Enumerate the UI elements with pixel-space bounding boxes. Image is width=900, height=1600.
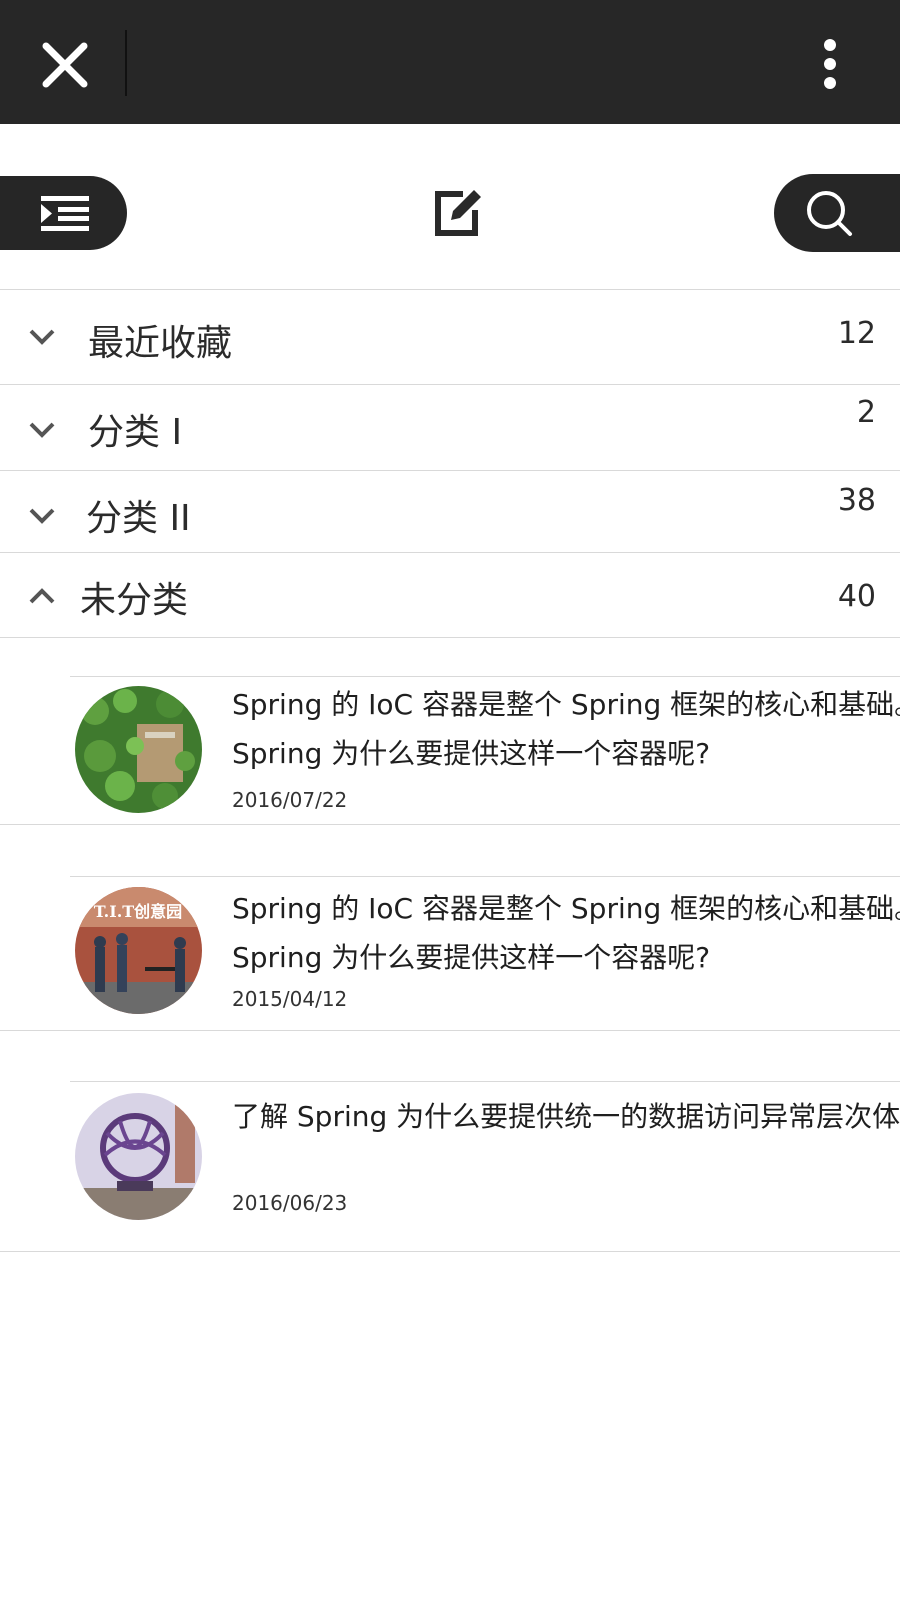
category-label: 最近收藏 bbox=[88, 323, 233, 364]
category-count: 12 bbox=[837, 316, 876, 351]
chevron-down-icon bbox=[29, 508, 55, 524]
divider bbox=[70, 876, 900, 877]
article-thumbnail[interactable] bbox=[75, 1093, 202, 1220]
divider bbox=[70, 1081, 900, 1082]
image-caption: T.I.T创意园 bbox=[94, 902, 182, 921]
divider bbox=[70, 676, 900, 677]
article-title-line[interactable]: Spring 的 IoC 容器是整个 Spring 框架的核心和基础。 bbox=[232, 884, 900, 933]
category-label: 未分类 bbox=[80, 580, 189, 621]
category-row[interactable]: 分类 I 2 bbox=[0, 384, 900, 471]
article-title-line[interactable]: Spring 的 IoC 容器是整个 Spring 框架的核心和基础。 bbox=[232, 680, 900, 729]
category-count: 38 bbox=[837, 483, 876, 518]
category-row[interactable]: 未分类 40 bbox=[0, 552, 900, 638]
category-count: 40 bbox=[837, 579, 876, 614]
title-bar bbox=[0, 0, 900, 124]
edit-icon bbox=[435, 190, 481, 236]
chevron-up-icon bbox=[29, 588, 55, 604]
article-title-line[interactable]: Spring 为什么要提供这样一个容器呢? bbox=[232, 729, 900, 778]
article-title-line[interactable]: 了解 Spring 为什么要提供统一的数据访问异常层次体系 bbox=[232, 1092, 900, 1141]
menu-button[interactable] bbox=[0, 176, 127, 250]
category-label: 分类 I bbox=[88, 412, 183, 453]
chevron-down-icon bbox=[29, 329, 55, 345]
creative-park-image: T.I.T创意园 bbox=[75, 887, 202, 1014]
search-icon bbox=[807, 191, 852, 236]
close-button[interactable] bbox=[40, 40, 90, 90]
compose-button[interactable] bbox=[433, 186, 485, 238]
category-row[interactable]: 分类 II 38 bbox=[0, 470, 900, 553]
more-options-button[interactable] bbox=[815, 38, 845, 92]
article-thumbnail[interactable] bbox=[75, 686, 202, 813]
close-icon bbox=[42, 42, 88, 88]
category-label: 分类 II bbox=[86, 498, 191, 539]
category-row[interactable]: 最近收藏 12 bbox=[0, 289, 900, 385]
article-thumbnail[interactable]: T.I.T创意园 bbox=[75, 887, 202, 1014]
indent-list-icon bbox=[41, 196, 89, 231]
divider bbox=[0, 1030, 900, 1031]
article-date: 2016/07/22 bbox=[232, 788, 348, 812]
divider bbox=[0, 1251, 900, 1252]
ivy-wall-image bbox=[75, 686, 202, 813]
article-date: 2016/06/23 bbox=[232, 1191, 348, 1215]
category-count: 2 bbox=[856, 395, 876, 430]
article-title-line[interactable]: Spring 为什么要提供这样一个容器呢? bbox=[232, 933, 900, 982]
title-bar-divider bbox=[125, 30, 127, 96]
article-date: 2015/04/12 bbox=[232, 987, 348, 1011]
more-vertical-icon bbox=[824, 39, 836, 89]
sculpture-image bbox=[75, 1093, 202, 1220]
divider bbox=[0, 824, 900, 825]
chevron-down-icon bbox=[29, 422, 55, 438]
search-button[interactable] bbox=[774, 174, 900, 252]
divider bbox=[0, 637, 900, 638]
